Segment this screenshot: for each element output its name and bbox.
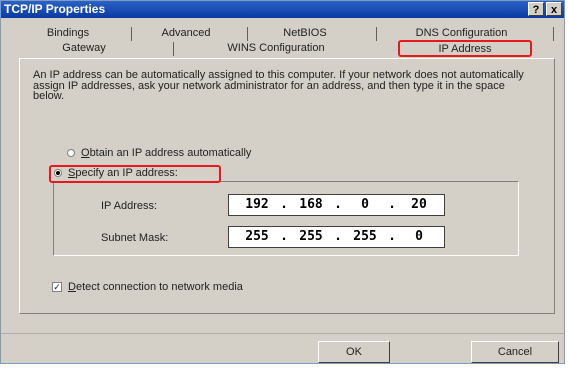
subnet-octet-2[interactable]: 255 xyxy=(291,227,331,247)
help-button[interactable]: ? xyxy=(528,2,544,16)
octet-separator: . xyxy=(388,229,396,244)
tab-divider xyxy=(131,27,132,41)
specify-ip-option[interactable]: Specify an IP address: xyxy=(54,167,178,179)
octet-separator: . xyxy=(280,197,288,212)
tab-divider xyxy=(376,27,377,41)
tab-bindings[interactable]: Bindings xyxy=(23,26,113,41)
octet-separator: . xyxy=(334,229,342,244)
obtain-ip-automatically-option[interactable]: Obtain an IP address automatically xyxy=(67,147,251,159)
octet-separator: . xyxy=(280,229,288,244)
specify-ip-label: pecify an IP address: xyxy=(75,167,178,179)
tab-ip-address[interactable]: IP Address xyxy=(398,40,532,57)
title-bar[interactable]: TCP/IP Properties ? x xyxy=(1,1,564,18)
detect-connection-label: etect connection to network media xyxy=(75,281,243,293)
detect-connection-accesskey: D xyxy=(68,281,76,293)
subnet-mask-input[interactable]: 255 . 255 . 255 . 0 xyxy=(228,226,445,248)
subnet-mask-label: Subnet Mask: xyxy=(101,232,169,244)
ok-button[interactable]: OK xyxy=(318,341,390,363)
tab-divider xyxy=(247,27,248,41)
subnet-octet-3[interactable]: 255 xyxy=(345,227,385,247)
octet-separator: . xyxy=(388,197,396,212)
ip-octet-3[interactable]: 0 xyxy=(345,195,385,215)
tab-wins-configuration[interactable]: WINS Configuration xyxy=(181,41,371,56)
ip-octet-4[interactable]: 20 xyxy=(399,195,439,215)
ip-address-label: IP Address: xyxy=(101,200,158,212)
obtain-ip-accesskey: O xyxy=(81,147,90,159)
specify-ip-radio[interactable] xyxy=(54,169,62,178)
tab-dns-configuration[interactable]: DNS Configuration xyxy=(389,26,534,41)
tab-divider xyxy=(173,42,174,56)
tab-advanced[interactable]: Advanced xyxy=(141,26,231,41)
ip-octet-2[interactable]: 168 xyxy=(291,195,331,215)
tcpip-properties-dialog: TCP/IP Properties ? x Bindings Advanced … xyxy=(0,0,565,364)
octet-separator: . xyxy=(334,197,342,212)
close-button[interactable]: x xyxy=(546,2,562,16)
ip-octet-1[interactable]: 192 xyxy=(237,195,277,215)
description-text: An IP address can be automatically assig… xyxy=(33,69,524,102)
subnet-octet-1[interactable]: 255 xyxy=(237,227,277,247)
obtain-ip-radio[interactable] xyxy=(67,149,75,158)
ip-address-input[interactable]: 192 . 168 . 0 . 20 xyxy=(228,194,445,216)
detect-connection-checkbox[interactable]: ✓ xyxy=(52,282,62,293)
footer-divider xyxy=(1,333,564,334)
detect-connection-option[interactable]: ✓ Detect connection to network media xyxy=(52,281,243,293)
tab-netbios[interactable]: NetBIOS xyxy=(257,26,353,41)
cancel-button[interactable]: Cancel xyxy=(471,341,559,363)
tab-divider xyxy=(553,27,554,41)
subnet-octet-4[interactable]: 0 xyxy=(399,227,439,247)
tab-gateway[interactable]: Gateway xyxy=(29,41,139,56)
obtain-ip-label: btain an IP address automatically xyxy=(89,147,252,159)
dialog-title: TCP/IP Properties xyxy=(4,2,106,16)
